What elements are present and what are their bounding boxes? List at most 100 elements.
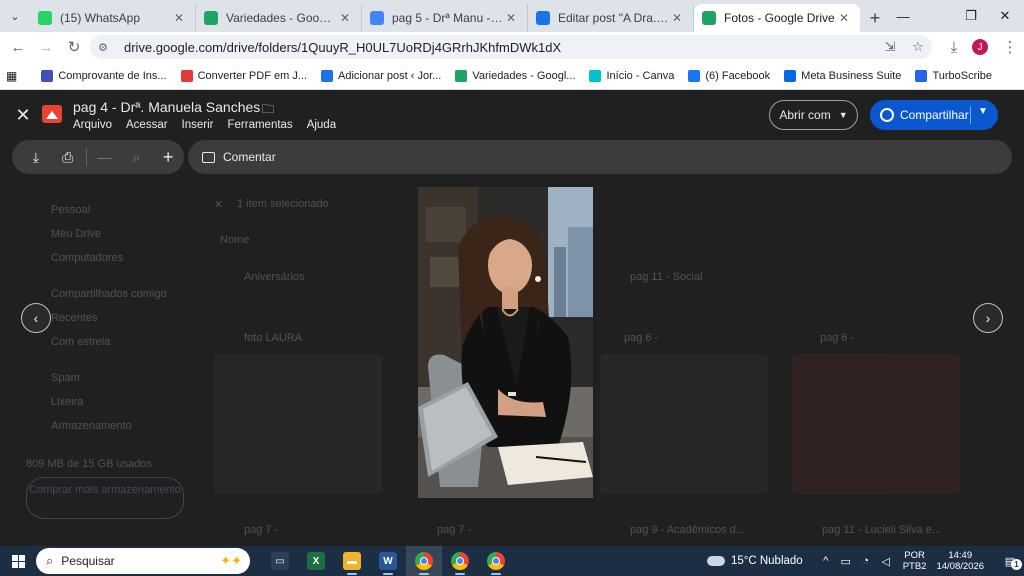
open-with-button[interactable]: Abrir com ▼ [769, 100, 858, 130]
back-arrow-icon[interactable]: ← [4, 33, 32, 61]
whatsapp-icon [38, 11, 52, 25]
download-icon[interactable]: ⤓ [20, 143, 52, 171]
taskbar-app[interactable]: X [298, 546, 334, 576]
facebook-icon [688, 69, 701, 82]
storage-usage-text: 809 MB de 15 GB usados [26, 458, 152, 470]
zoom-out-icon[interactable]: — [89, 143, 121, 171]
taskbar-app[interactable] [406, 546, 442, 576]
show-hidden-icons-chevron-icon[interactable]: ^ [817, 555, 835, 567]
close-tab-icon[interactable]: ✕ [503, 11, 519, 25]
taskbar-search-box[interactable]: ⌕ Pesquisar ✦✦ [36, 548, 250, 574]
folder-name: Aniversários [244, 271, 305, 283]
comment-button[interactable]: Comentar [188, 140, 1012, 174]
taskbar-app[interactable]: ▬ [334, 546, 370, 576]
bookmark-item[interactable]: Comprovante de Ins... [41, 69, 167, 82]
close-tab-icon[interactable]: ✕ [669, 11, 685, 25]
zoom-in-icon[interactable]: + [152, 143, 184, 171]
tab-title: Editar post "A Dra. Manuela [558, 11, 669, 25]
browser-menu-icon[interactable]: ⋮ [996, 33, 1024, 61]
bookmark-star-icon[interactable]: ☆ [904, 39, 932, 55]
menu-item[interactable]: Arquivo [73, 119, 112, 131]
sidebar-item: Recentes [51, 312, 98, 324]
weather-text: 15°C Nublado [730, 555, 803, 567]
close-viewer-icon[interactable]: ✕ [12, 104, 34, 126]
site-info-icon[interactable]: ⚙ [98, 41, 116, 54]
browser-tab[interactable]: pag 5 - Drª Manu - perguntas✕ [362, 4, 528, 32]
taskbar-app[interactable]: W [370, 546, 406, 576]
sidebar-item: Meu Drive [51, 228, 102, 240]
downloads-icon[interactable]: ⤓ [940, 33, 968, 61]
share-options-caret-icon[interactable]: ▼ [978, 106, 988, 117]
browser-tab[interactable]: (15) WhatsApp ✕ [30, 4, 196, 32]
volume-muted-icon[interactable]: ◁ [877, 555, 895, 568]
close-window-icon[interactable]: ✕ [986, 0, 1024, 32]
forward-arrow-icon[interactable]: → [32, 33, 60, 61]
taskbar-app[interactable]: ▭ [262, 546, 298, 576]
bookmark-item[interactable]: (6) Facebook [688, 69, 771, 82]
taskbar-app[interactable] [442, 546, 478, 576]
browser-tab[interactable]: Fotos - Google Drive ✕ [694, 4, 860, 32]
move-to-folder-icon[interactable]: 🗀 [262, 100, 274, 121]
sidebar-item: Armazenamento [51, 420, 132, 432]
menu-item[interactable]: Ajuda [307, 119, 336, 131]
bookmark-label: Início - Canva [606, 69, 675, 82]
grid-logo-icon [180, 69, 193, 82]
file-name: pag 7 - [437, 524, 472, 536]
menu-item[interactable]: Inserir [182, 119, 214, 131]
notification-center-icon[interactable]: ▤ 1 [996, 555, 1024, 570]
start-button[interactable] [0, 546, 36, 576]
bookmark-item[interactable]: TurboScribe [915, 69, 992, 82]
google-docs-icon [370, 11, 384, 25]
battery-icon[interactable]: ▭ [837, 555, 855, 568]
tab-search-chevron-icon[interactable]: ⌄ [0, 0, 30, 32]
system-tray: 15°C Nublado ^ ▭ ◔ ◁ POR PTB2 14:49 14/0… [706, 546, 1024, 576]
address-bar[interactable]: ⚙ drive.google.com/drive/folders/1QuuyR_… [90, 35, 932, 59]
viewer-header: ✕ pag 4 - Drª. Manuela Sanches 🗀 Arquivo… [0, 90, 1024, 140]
tab-title: pag 5 - Drª Manu - perguntas [392, 11, 503, 25]
apps-grid-icon[interactable]: ▦ [6, 69, 17, 83]
close-tab-icon[interactable]: ✕ [171, 11, 187, 25]
input-language[interactable]: POR PTB2 [903, 550, 927, 572]
wifi-icon[interactable]: ◔ [857, 555, 875, 567]
sidebar-item: Lixeira [51, 396, 84, 408]
bookmark-item[interactable]: Variedades - Googl... [455, 69, 576, 82]
bookmark-item[interactable]: Meta Business Suite [784, 69, 901, 82]
browser-tab[interactable]: Variedades - Google Drive✕ [196, 4, 362, 32]
task-view-icon: ▭ [271, 552, 289, 570]
sidebar-item: Com estrela [51, 336, 111, 348]
selection-close-icon: ✕ [214, 199, 224, 211]
menu-item[interactable]: Acessar [126, 119, 168, 131]
browser-tab[interactable]: Editar post "A Dra. Manuela✕ [528, 4, 694, 32]
print-icon[interactable]: ⎙ [52, 143, 84, 171]
file-title: pag 4 - Drª. Manuela Sanches [73, 99, 261, 115]
sidebar-item: Computadores [51, 252, 124, 264]
bookmark-label: Adicionar post ‹ Jor... [338, 69, 442, 82]
google-drive-icon [702, 11, 716, 25]
clock-time: 14:49 [948, 550, 973, 561]
close-tab-icon[interactable]: ✕ [836, 11, 852, 25]
bookmark-item[interactable]: Início - Canva [589, 69, 675, 82]
zoom-magnifier-icon[interactable]: ⌕ [120, 143, 152, 171]
share-button[interactable]: Compartilhar ▼ [870, 100, 998, 130]
close-tab-icon[interactable]: ✕ [337, 11, 353, 25]
minimize-window-icon[interactable]: — [880, 0, 926, 32]
taskbar-app[interactable] [478, 546, 514, 576]
next-file-button[interactable]: › [973, 303, 1003, 333]
menu-item[interactable]: Ferramentas [228, 119, 293, 131]
url-text[interactable]: drive.google.com/drive/folders/1QuuyR_H0… [124, 40, 876, 55]
bookmark-label: Variedades - Googl... [472, 69, 576, 82]
reload-icon[interactable]: ↻ [60, 33, 88, 61]
selection-count-text: 1 item selecionado [237, 198, 329, 210]
weather-widget[interactable]: 15°C Nublado [706, 555, 803, 567]
tab-title: Fotos - Google Drive [724, 11, 835, 25]
tab-title: Variedades - Google Drive [226, 11, 337, 25]
bookmark-label: (6) Facebook [705, 69, 771, 82]
previous-file-button[interactable]: ‹ [21, 303, 51, 333]
bookmark-item[interactable]: Adicionar post ‹ Jor... [321, 69, 442, 82]
diamond-icon [41, 69, 54, 82]
clock[interactable]: 14:49 14/08/2026 [936, 550, 984, 572]
install-app-icon[interactable]: ⇲ [876, 39, 904, 55]
bookmark-item[interactable]: Converter PDF em J... [180, 69, 307, 82]
profile-avatar[interactable]: J [972, 39, 988, 55]
keyboard-layout: PTB2 [902, 561, 927, 572]
